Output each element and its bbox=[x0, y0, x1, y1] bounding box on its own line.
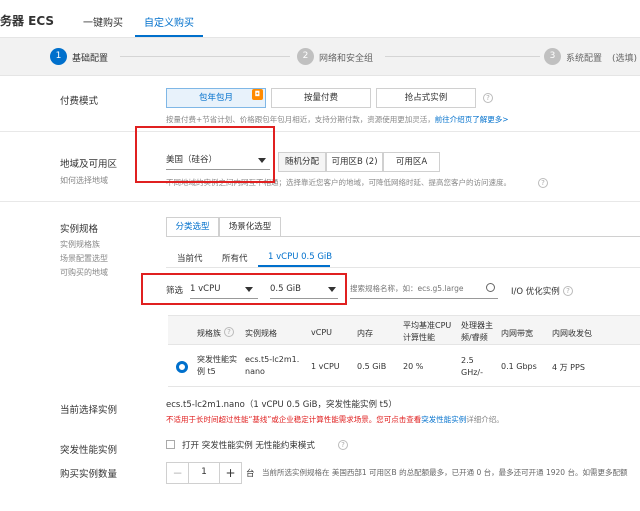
tab-quick-buy[interactable]: 一键购买 bbox=[83, 14, 123, 29]
cell-bandwidth: 0.1 Gbps bbox=[501, 362, 537, 371]
zone-b-button[interactable]: 可用区B (2) bbox=[326, 152, 383, 172]
col-spec[interactable]: 实例规格 bbox=[245, 328, 277, 339]
step-1-label[interactable]: 基础配置 bbox=[72, 51, 108, 64]
tab-category-select[interactable]: 分类选型 bbox=[166, 217, 219, 237]
col-memory[interactable]: 内存 bbox=[357, 328, 373, 339]
burst-label: 突发性能实例 bbox=[60, 445, 118, 456]
search-icon[interactable] bbox=[486, 283, 495, 292]
increment-button[interactable]: + bbox=[219, 463, 241, 483]
step-connector bbox=[120, 56, 290, 57]
col-bandwidth[interactable]: 内网带宽 bbox=[501, 328, 533, 339]
step-2-label[interactable]: 网络和安全组 bbox=[319, 51, 373, 64]
instance-label: 实例规格 bbox=[60, 224, 99, 235]
unlimited-mode-checkbox[interactable] bbox=[166, 440, 175, 449]
billing-payg-button[interactable]: 按量付费 bbox=[271, 88, 371, 108]
product-title: 务器 ECS bbox=[0, 14, 55, 28]
help-icon[interactable]: ? bbox=[483, 93, 493, 103]
billing-spot-button[interactable]: 抢占式实例 bbox=[376, 88, 476, 108]
cell-spec: ecs.t5-lc2m1.nano bbox=[245, 355, 300, 376]
gen-tab-filter[interactable]: 1 vCPU 0.5 GiB bbox=[268, 252, 332, 262]
step-3-label[interactable]: 系统配置 bbox=[566, 51, 602, 64]
quantity-input[interactable]: 1 bbox=[189, 467, 219, 477]
help-icon[interactable]: ? bbox=[224, 327, 234, 337]
scenario-link[interactable]: 场景配置选型 bbox=[60, 253, 108, 264]
row-radio-selected[interactable] bbox=[176, 361, 188, 373]
cell-vcpu: 1 vCPU bbox=[311, 362, 340, 371]
col-vcpu[interactable]: vCPU bbox=[311, 328, 332, 337]
decrement-button[interactable]: − bbox=[167, 463, 189, 483]
cell-pps: 4 万 PPS bbox=[552, 363, 585, 372]
help-icon[interactable]: ? bbox=[538, 178, 548, 188]
cell-memory: 0.5 GiB bbox=[357, 362, 387, 371]
tab-scenario-select[interactable]: 场景化选型 bbox=[219, 217, 281, 237]
annotation-highlight-box bbox=[135, 126, 275, 183]
annotation-highlight-box bbox=[141, 273, 347, 305]
instance-family-link[interactable]: 实例规格族 bbox=[60, 239, 100, 250]
region-label: 地域及可用区 bbox=[60, 159, 118, 170]
tab-divider bbox=[166, 236, 640, 237]
col-pps[interactable]: 内网收发包 bbox=[552, 328, 592, 339]
quota-hint: 当前所选实例规格在 美国西部1 可用区B 的总配额最多，已开通 0 台，最多还可… bbox=[262, 468, 628, 477]
available-region-link[interactable]: 可购买的地域 bbox=[60, 267, 108, 278]
io-optimized-label: I/O 优化实例 bbox=[511, 287, 560, 297]
unlimited-mode-label: 打开 突发性能实例 无性能约束模式 bbox=[182, 441, 315, 451]
zone-random-button[interactable]: 随机分配 bbox=[278, 152, 326, 172]
help-icon[interactable]: ? bbox=[563, 286, 573, 296]
step-2-badge: 2 bbox=[297, 48, 314, 65]
current-selection-label: 当前选择实例 bbox=[60, 405, 118, 416]
gen-tab-current[interactable]: 当前代 bbox=[177, 252, 203, 264]
burst-warning: 不适用于长时间超过性能“基线”或企业稳定计算性能需求场景。您可点击查看突发性能实… bbox=[166, 415, 504, 424]
current-selection-value: ecs.t5-lc2m1.nano（1 vCPU 0.5 GiB，突发性能实例 … bbox=[166, 400, 397, 410]
cell-family: 突发性能实例 t5 bbox=[197, 355, 237, 376]
zone-a-button[interactable]: 可用区A bbox=[383, 152, 440, 172]
col-baseline-perf[interactable]: 平均基准CPU计算性能 bbox=[403, 320, 455, 344]
help-icon[interactable]: ? bbox=[338, 440, 348, 450]
quantity-label: 购买实例数量 bbox=[60, 469, 118, 480]
cell-frequency: 2.5 GHz/- bbox=[461, 356, 483, 377]
cell-perf: 20 % bbox=[403, 362, 424, 371]
step-1-badge: 1 bbox=[50, 48, 67, 65]
gen-tab-divider bbox=[166, 267, 640, 268]
selected-check-icon: ◘ bbox=[252, 89, 263, 100]
billing-learn-more-link[interactable]: 前往介绍页了解更多> bbox=[435, 115, 509, 124]
region-help-link[interactable]: 如何选择地域 bbox=[60, 175, 108, 186]
step-3-optional: (选填) bbox=[612, 54, 638, 64]
billing-subscription-button[interactable]: 包年包月 bbox=[166, 88, 266, 108]
active-tab-indicator bbox=[135, 35, 203, 37]
col-frequency[interactable]: 处理器主频/睿频 bbox=[461, 320, 497, 344]
billing-hint: 按量付费+节省计划、价格跟包年包月相近，支持分期付款，资源使用更加灵活，前往介绍… bbox=[166, 115, 509, 124]
burst-instance-link[interactable]: 突发性能实例 bbox=[421, 415, 466, 424]
step-3-badge: 3 bbox=[544, 48, 561, 65]
tab-custom-buy[interactable]: 自定义购买 bbox=[144, 14, 194, 29]
col-family[interactable]: 规格族 bbox=[197, 328, 221, 339]
spec-search-input[interactable] bbox=[350, 279, 498, 299]
quantity-unit: 台 bbox=[246, 469, 255, 479]
step-connector bbox=[385, 56, 540, 57]
gen-tab-all[interactable]: 所有代 bbox=[222, 252, 248, 264]
billing-label: 付费模式 bbox=[60, 96, 99, 107]
